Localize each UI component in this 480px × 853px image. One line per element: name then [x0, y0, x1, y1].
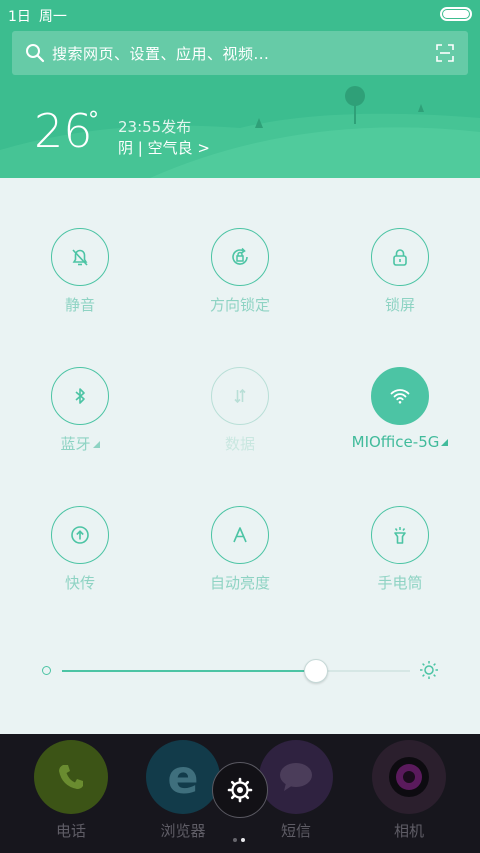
bell-off-icon [72, 249, 88, 266]
toggle-quick-transfer[interactable]: 快传 [0, 506, 160, 593]
dock-app-phone[interactable]: 电话 [31, 740, 111, 841]
toggle-label: 数据 [224, 435, 255, 453]
status-date: 1日 [8, 9, 31, 25]
toggle-wifi[interactable]: MIOffice-5G [320, 367, 480, 451]
toggle-auto-brightness[interactable]: 自动亮度 [160, 506, 320, 593]
lock-icon [393, 249, 407, 266]
status-weekday: 周一 [38, 9, 67, 25]
settings-button[interactable] [212, 762, 268, 818]
gear-icon [227, 777, 253, 803]
toggle-circle[interactable] [211, 228, 269, 286]
toggle-label-text: 蓝牙 [60, 435, 91, 453]
dock-app-browser[interactable]: e 浏览器 [143, 740, 223, 841]
dock-app-label: 浏览器 [160, 822, 206, 840]
toggle-label: 蓝牙 [0, 433, 160, 454]
data-arrows-icon [234, 388, 246, 404]
toggle-circle[interactable] [371, 228, 429, 286]
search-icon [26, 44, 45, 63]
toggle-circle[interactable] [51, 506, 109, 564]
page-dot [233, 838, 237, 842]
toggle-label: 锁屏 [384, 296, 415, 314]
weather-description[interactable]: 阴 | 空气良 > [118, 137, 210, 158]
toggle-circle[interactable] [371, 506, 429, 564]
auto-brightness-icon [233, 527, 247, 543]
toggle-label: 静音 [64, 296, 95, 314]
scan-icon[interactable] [436, 44, 454, 62]
weather-header: 1日 周一 搜索网页、设置、应用、视频... 26 ° 23:55发布 阴 | 空… [0, 0, 480, 178]
expand-corner-icon[interactable] [441, 439, 449, 446]
dock-app-label: 短信 [280, 822, 311, 840]
expand-corner-icon[interactable] [92, 441, 100, 448]
toggle-bluetooth[interactable]: 蓝牙 [0, 367, 160, 454]
search-bar[interactable]: 搜索网页、设置、应用、视频... [12, 31, 468, 75]
search-placeholder: 搜索网页、设置、应用、视频... [52, 45, 270, 63]
status-bar: 1日 周一 [8, 6, 75, 26]
toggle-rotation-lock[interactable]: 方向锁定 [160, 228, 320, 315]
dock-app-camera[interactable]: 相机 [369, 740, 449, 841]
toggle-label: 自动亮度 [209, 574, 270, 592]
toggle-circle[interactable] [211, 506, 269, 564]
toggle-lock-screen[interactable]: 锁屏 [320, 228, 480, 315]
phone-icon [34, 740, 108, 814]
brightness-slider[interactable] [62, 659, 410, 683]
brightness-slider-fill [62, 670, 317, 672]
dock-app-label: 相机 [393, 822, 424, 840]
toggle-label: MIOffice-5G [320, 433, 480, 451]
page-indicator [233, 827, 249, 846]
toggle-circle[interactable] [51, 228, 109, 286]
quick-transfer-icon [71, 526, 89, 544]
page-dot-current [241, 838, 245, 842]
dock-app-messages[interactable]: 短信 [256, 740, 336, 841]
quick-settings-panel: 静音 方向锁定 锁屏 蓝牙 数据 MIOffice-5G 快传 自动亮度 手电筒 [0, 178, 480, 734]
toggle-label: 手电筒 [377, 574, 423, 592]
battery-icon [440, 7, 472, 21]
camera-icon [372, 740, 446, 814]
brightness-low-icon [42, 666, 51, 675]
toggle-flashlight[interactable]: 手电筒 [320, 506, 480, 593]
toggle-mobile-data[interactable]: 数据 [160, 367, 320, 454]
rotation-lock-icon [232, 247, 248, 265]
brightness-slider-thumb[interactable] [304, 659, 329, 683]
toggle-circle[interactable] [211, 367, 269, 425]
degree-symbol: ° [88, 108, 99, 133]
browser-icon: e [146, 740, 220, 814]
bluetooth-icon [75, 388, 85, 404]
wifi-icon [390, 389, 410, 404]
toggle-label: 方向锁定 [209, 296, 270, 314]
dock-app-label: 电话 [55, 822, 86, 840]
toggle-circle[interactable] [371, 367, 429, 425]
toggle-circle[interactable] [51, 367, 109, 425]
toggle-label: 快传 [64, 574, 95, 592]
toggle-silent[interactable]: 静音 [0, 228, 160, 315]
messages-icon [259, 740, 333, 814]
brightness-high-icon [420, 661, 438, 679]
weather-update-time: 23:55发布 [118, 118, 192, 136]
toggle-label-text: MIOffice-5G [351, 433, 440, 451]
weather-temperature[interactable]: 26 [34, 108, 93, 154]
flashlight-icon [394, 527, 406, 544]
